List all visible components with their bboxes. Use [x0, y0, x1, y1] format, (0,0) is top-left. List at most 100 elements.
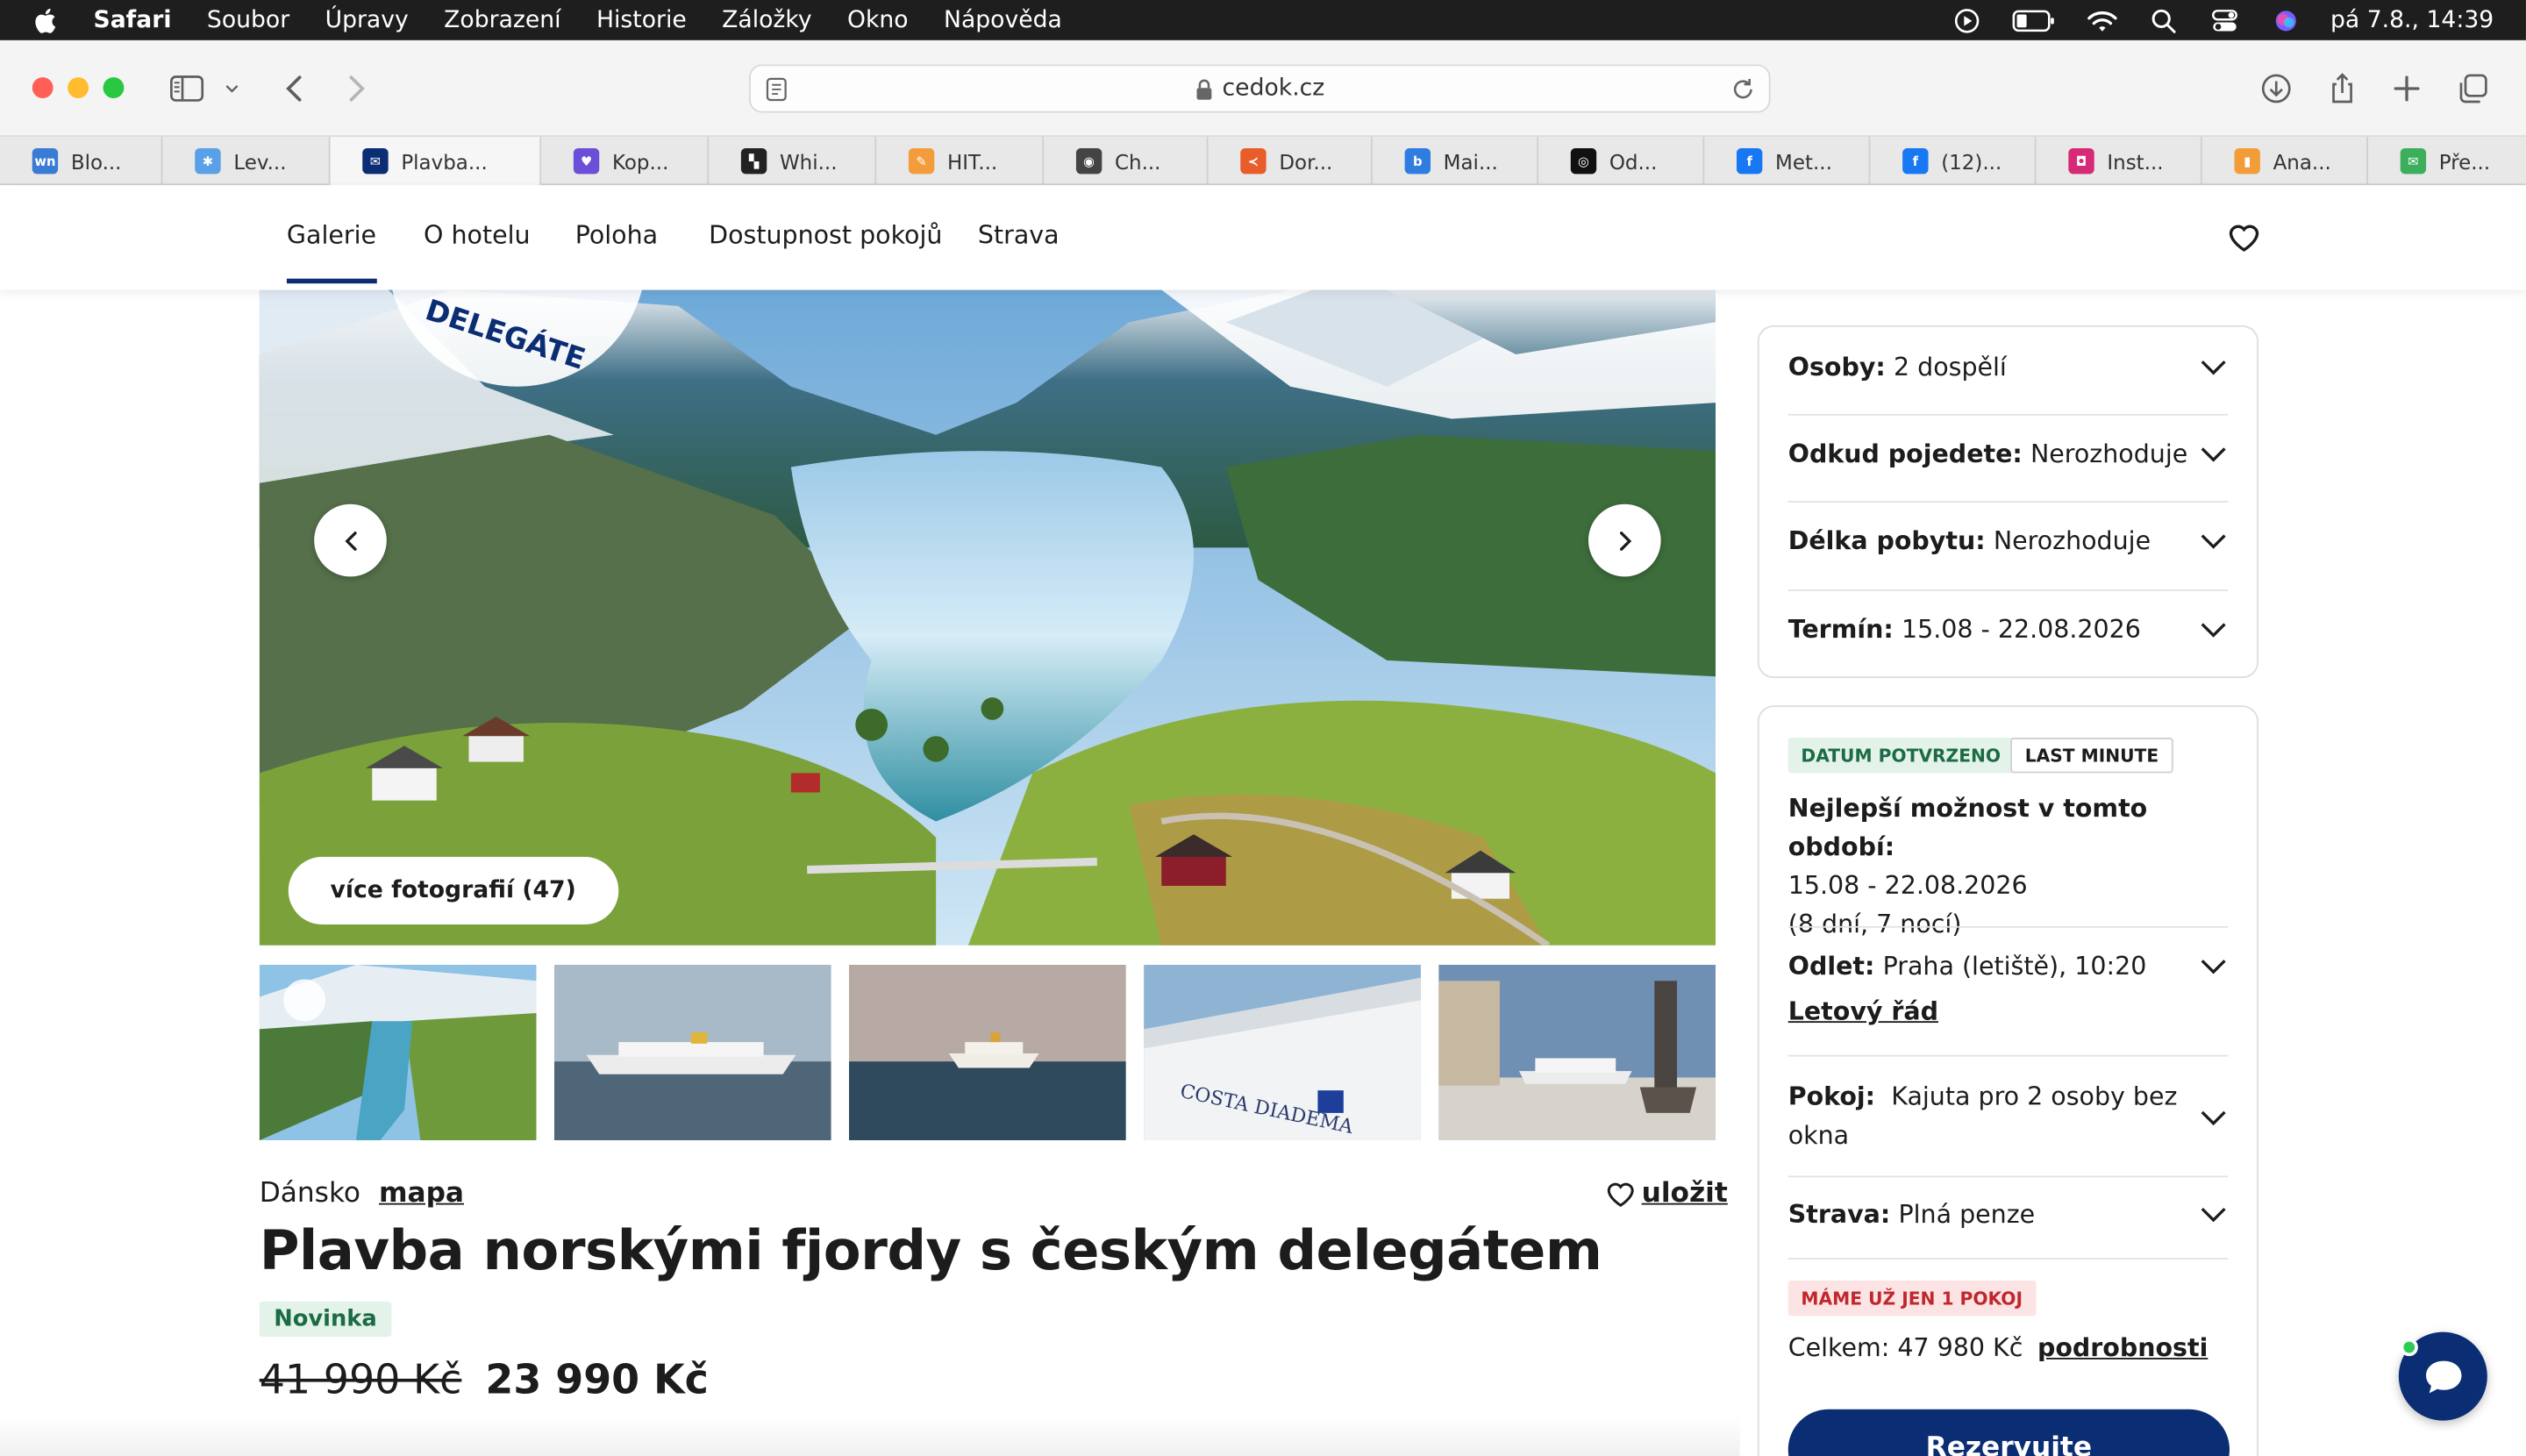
tab-board[interactable]: Strava [978, 221, 1060, 250]
browser-tab[interactable]: ▮ Ana... [2202, 137, 2368, 186]
departure-city-selector[interactable]: Odkud pojedete: Nerozhoduje [1788, 439, 2228, 468]
browser-tab[interactable]: ✉ Plavba... [330, 137, 542, 186]
menu-history[interactable]: Historie [596, 7, 687, 32]
thumbnail-ship-sunset[interactable] [848, 964, 1126, 1141]
price-details-link[interactable]: podrobnosti [2037, 1333, 2208, 1362]
menu-file[interactable]: Soubor [207, 7, 289, 32]
save-button[interactable]: uložit [1604, 1177, 1728, 1210]
tab-favicon-icon: ♥ [573, 147, 600, 175]
browser-tab[interactable]: ◘ Inst... [2037, 137, 2202, 186]
tab-overview-icon[interactable] [2451, 69, 2494, 108]
browser-tab[interactable]: ◉ Ch... [1044, 137, 1209, 186]
tab-label: Lev... [233, 148, 287, 174]
menubar-clock[interactable]: pá 7.8., 14:39 [2330, 7, 2494, 32]
tab-label: Pře... [2438, 148, 2491, 174]
divider [1787, 1258, 2229, 1260]
downloads-icon[interactable] [2255, 69, 2297, 108]
sidebar-toggle-icon[interactable] [166, 69, 208, 108]
room-selector[interactable]: Pokoj: Kajuta pro 2 osoby bez okna [1788, 1077, 2228, 1154]
control-center-icon[interactable] [2208, 5, 2240, 34]
chevron-down-icon [2201, 623, 2226, 638]
tab-favicon-icon: wn [32, 147, 59, 175]
browser-tab[interactable]: ▚ Whi... [709, 137, 877, 186]
reload-icon[interactable] [1730, 75, 1756, 103]
share-icon[interactable] [2322, 69, 2364, 108]
tab-room-availability[interactable]: Dostupnost pokojů [709, 221, 942, 250]
menu-app-name[interactable]: Safari [94, 7, 172, 32]
flight-schedule-link[interactable]: Letový řád [1788, 997, 2228, 1026]
menu-help[interactable]: Nápověda [944, 7, 1062, 32]
tab-label: Ch... [1114, 148, 1161, 174]
browser-tab[interactable]: wn Blo... [0, 137, 163, 186]
chevron-down-icon[interactable] [218, 69, 246, 108]
gallery-main-image[interactable]: DELEGÁTE více fotografií (47) [259, 289, 1716, 946]
wifi-icon[interactable] [2086, 5, 2118, 34]
menu-view[interactable]: Zobrazení [444, 7, 560, 32]
siri-icon[interactable] [2269, 5, 2301, 34]
reader-view-icon[interactable] [765, 77, 788, 102]
minimize-window-button[interactable] [68, 77, 89, 99]
board-label: Strava: [1787, 1200, 1891, 1230]
chevron-right-icon [1619, 531, 1631, 550]
tab-label: Dor... [1279, 148, 1333, 174]
browser-tab[interactable]: ♥ Kop... [541, 137, 710, 186]
thumbnail-costa-diadema[interactable]: COSTA DIADEMA [1144, 964, 1421, 1141]
from-value: Nerozhoduje [2030, 439, 2188, 469]
favorites-heart-icon[interactable] [2226, 221, 2261, 253]
chevron-left-icon [344, 531, 356, 550]
browser-tab[interactable]: ◎ Od... [1538, 137, 1705, 186]
tab-gallery[interactable]: Galerie [286, 221, 376, 284]
browser-tab[interactable]: f Met... [1704, 137, 1871, 186]
term-label: Termín: [1787, 615, 1894, 645]
browser-tab[interactable]: ≺ Dor... [1209, 137, 1373, 186]
browser-tab[interactable]: f (12)... [1870, 137, 2037, 186]
spotlight-search-icon[interactable] [2147, 5, 2180, 34]
chat-button[interactable] [2398, 1331, 2487, 1421]
divider [1787, 589, 2229, 591]
reserve-button[interactable]: Rezervujte [1787, 1409, 2230, 1456]
tab-favicon-icon: ◎ [1570, 147, 1597, 175]
chevron-down-icon [2201, 534, 2226, 549]
board-selector[interactable]: Strava: Plná penze [1788, 1200, 2228, 1229]
more-photos-button[interactable]: více fotografií (47) [288, 856, 618, 925]
map-link[interactable]: mapa [379, 1177, 464, 1210]
apple-icon[interactable] [32, 5, 61, 34]
tab-location[interactable]: Poloha [575, 221, 658, 250]
browser-tab[interactable]: ✱ Lev... [163, 137, 331, 186]
flight-selector[interactable]: Odlet: Praha (letiště), 10:20 [1788, 952, 2228, 981]
length-value: Nerozhoduje [1993, 526, 2151, 556]
thumbnail-harbour-statue[interactable] [1438, 964, 1716, 1141]
page-title: Plavba norskými fjordy s českým delegáte… [259, 1219, 1602, 1284]
forward-icon[interactable] [335, 69, 377, 108]
browser-tab[interactable]: b Mai... [1373, 137, 1539, 186]
menu-window[interactable]: Okno [847, 7, 909, 32]
play-icon[interactable] [1951, 5, 1983, 34]
thumbnail-ship-sea[interactable] [553, 964, 831, 1141]
tab-about-hotel[interactable]: O hotelu [424, 221, 531, 250]
persons-selector[interactable]: Osoby: 2 dospělí [1788, 353, 2228, 382]
url-text[interactable]: cedok.cz [1223, 75, 1325, 101]
gallery-next-button[interactable] [1588, 503, 1661, 577]
zoom-window-button[interactable] [103, 77, 125, 99]
chat-bubble-icon [2425, 1360, 2461, 1393]
stay-length-selector[interactable]: Délka pobytu: Nerozhoduje [1788, 526, 2228, 556]
browser-tab[interactable]: ✉ Pře... [2368, 137, 2526, 185]
term-selector[interactable]: Termín: 15.08 - 22.08.2026 [1787, 615, 2228, 645]
best-option-dates: 15.08 - 22.08.2026 [1787, 871, 2028, 901]
battery-icon[interactable] [2011, 5, 2056, 34]
browser-toolbar: cedok.cz [0, 39, 2526, 138]
tab-label: Blo... [70, 148, 122, 174]
total-price: Celkem: 47 980 Kč [1787, 1333, 2023, 1363]
destination-line: Dánsko mapa [260, 1177, 464, 1210]
address-bar[interactable]: cedok.cz [749, 64, 1771, 113]
back-icon[interactable] [274, 69, 316, 108]
new-tab-icon[interactable] [2386, 69, 2428, 108]
departure-value: Praha (letiště), 10:20 [1882, 952, 2147, 981]
thumbnail-fjord[interactable] [259, 964, 537, 1141]
browser-tab[interactable]: ✎ HIT... [876, 137, 1045, 186]
tab-favicon-icon: ✉ [2400, 147, 2427, 175]
gallery-prev-button[interactable] [314, 503, 387, 577]
menu-bookmarks[interactable]: Záložky [722, 7, 811, 32]
close-window-button[interactable] [32, 77, 54, 99]
menu-edit[interactable]: Úpravy [325, 7, 409, 32]
